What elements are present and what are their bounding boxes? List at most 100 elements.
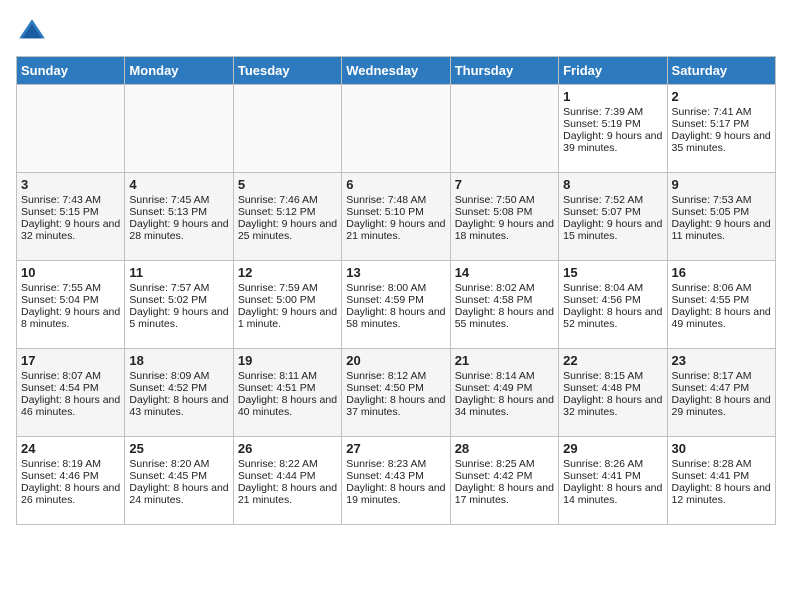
day-info: Sunrise: 7:55 AM Sunset: 5:04 PM Dayligh… <box>21 282 120 330</box>
calendar-table: SundayMondayTuesdayWednesdayThursdayFrid… <box>16 56 776 525</box>
page-header <box>16 16 776 48</box>
day-number: 26 <box>238 441 337 456</box>
calendar-cell <box>17 85 125 173</box>
day-number: 21 <box>455 353 554 368</box>
day-info: Sunrise: 7:39 AM Sunset: 5:19 PM Dayligh… <box>563 106 662 154</box>
day-info: Sunrise: 8:26 AM Sunset: 4:41 PM Dayligh… <box>563 458 662 506</box>
calendar-cell: 8 Sunrise: 7:52 AM Sunset: 5:07 PM Daylig… <box>559 173 667 261</box>
day-info: Sunrise: 8:12 AM Sunset: 4:50 PM Dayligh… <box>346 370 445 418</box>
day-info: Sunrise: 8:06 AM Sunset: 4:55 PM Dayligh… <box>672 282 771 330</box>
calendar-cell <box>450 85 558 173</box>
day-info: Sunrise: 7:57 AM Sunset: 5:02 PM Dayligh… <box>129 282 228 330</box>
col-header-tuesday: Tuesday <box>233 57 341 85</box>
day-number: 25 <box>129 441 228 456</box>
calendar-cell: 27Sunrise: 8:23 AM Sunset: 4:43 PM Dayli… <box>342 437 450 525</box>
day-info: Sunrise: 7:43 AM Sunset: 5:15 PM Dayligh… <box>21 194 120 242</box>
day-number: 13 <box>346 265 445 280</box>
day-info: Sunrise: 8:17 AM Sunset: 4:47 PM Dayligh… <box>672 370 771 418</box>
calendar-cell: 7 Sunrise: 7:50 AM Sunset: 5:08 PM Daylig… <box>450 173 558 261</box>
day-number: 8 <box>563 177 662 192</box>
calendar-header-row: SundayMondayTuesdayWednesdayThursdayFrid… <box>17 57 776 85</box>
day-number: 19 <box>238 353 337 368</box>
day-number: 5 <box>238 177 337 192</box>
day-info: Sunrise: 7:46 AM Sunset: 5:12 PM Dayligh… <box>238 194 337 242</box>
calendar-cell: 4 Sunrise: 7:45 AM Sunset: 5:13 PM Daylig… <box>125 173 233 261</box>
calendar-cell: 16 Sunrise: 8:06 AM Sunset: 4:55 PM Dayli… <box>667 261 775 349</box>
day-number: 24 <box>21 441 120 456</box>
calendar-cell: 24 Sunrise: 8:19 AM Sunset: 4:46 PM Dayli… <box>17 437 125 525</box>
day-info: Sunrise: 7:59 AM Sunset: 5:00 PM Dayligh… <box>238 282 337 330</box>
day-info: Sunrise: 8:25 AM Sunset: 4:42 PM Dayligh… <box>455 458 554 506</box>
day-number: 14 <box>455 265 554 280</box>
day-number: 7 <box>455 177 554 192</box>
day-info: Sunrise: 8:22 AM Sunset: 4:44 PM Dayligh… <box>238 458 337 506</box>
calendar-cell: 22 Sunrise: 8:15 AM Sunset: 4:48 PM Dayli… <box>559 349 667 437</box>
calendar-cell: 28 Sunrise: 8:25 AM Sunset: 4:42 PM Dayli… <box>450 437 558 525</box>
day-number: 2 <box>672 89 771 104</box>
day-info: Sunrise: 8:02 AM Sunset: 4:58 PM Dayligh… <box>455 282 554 330</box>
calendar-cell: 20 Sunrise: 8:12 AM Sunset: 4:50 PM Dayli… <box>342 349 450 437</box>
day-info: Sunrise: 8:04 AM Sunset: 4:56 PM Dayligh… <box>563 282 662 330</box>
calendar-cell <box>125 85 233 173</box>
calendar-cell <box>342 85 450 173</box>
day-number: 20 <box>346 353 445 368</box>
day-info: Sunrise: 7:41 AM Sunset: 5:17 PM Dayligh… <box>672 106 771 154</box>
calendar-cell: 5 Sunrise: 7:46 AM Sunset: 5:12 PM Daylig… <box>233 173 341 261</box>
col-header-monday: Monday <box>125 57 233 85</box>
day-info: Sunrise: 7:50 AM Sunset: 5:08 PM Dayligh… <box>455 194 554 242</box>
col-header-friday: Friday <box>559 57 667 85</box>
calendar-cell: 6Sunrise: 7:48 AM Sunset: 5:10 PM Daylig… <box>342 173 450 261</box>
calendar-cell <box>233 85 341 173</box>
week-row-3: 10 Sunrise: 7:55 AM Sunset: 5:04 PM Dayli… <box>17 261 776 349</box>
day-info: Sunrise: 8:00 AM Sunset: 4:59 PM Dayligh… <box>346 282 445 330</box>
day-info: Sunrise: 7:52 AM Sunset: 5:07 PM Dayligh… <box>563 194 662 242</box>
calendar-cell: 12 Sunrise: 7:59 AM Sunset: 5:00 PM Dayli… <box>233 261 341 349</box>
calendar-cell: 10 Sunrise: 7:55 AM Sunset: 5:04 PM Dayli… <box>17 261 125 349</box>
day-number: 29 <box>563 441 662 456</box>
week-row-2: 3 Sunrise: 7:43 AM Sunset: 5:15 PM Daylig… <box>17 173 776 261</box>
day-number: 17 <box>21 353 120 368</box>
calendar-cell: 18Sunrise: 8:09 AM Sunset: 4:52 PM Dayli… <box>125 349 233 437</box>
week-row-5: 24 Sunrise: 8:19 AM Sunset: 4:46 PM Dayli… <box>17 437 776 525</box>
day-number: 22 <box>563 353 662 368</box>
calendar-cell: 21 Sunrise: 8:14 AM Sunset: 4:49 PM Dayli… <box>450 349 558 437</box>
calendar-cell: 15 Sunrise: 8:04 AM Sunset: 4:56 PM Dayli… <box>559 261 667 349</box>
week-row-4: 17Sunrise: 8:07 AM Sunset: 4:54 PM Dayli… <box>17 349 776 437</box>
day-number: 15 <box>563 265 662 280</box>
calendar-cell: 29 Sunrise: 8:26 AM Sunset: 4:41 PM Dayli… <box>559 437 667 525</box>
day-number: 28 <box>455 441 554 456</box>
day-number: 12 <box>238 265 337 280</box>
logo-icon <box>16 16 48 48</box>
day-info: Sunrise: 8:15 AM Sunset: 4:48 PM Dayligh… <box>563 370 662 418</box>
day-number: 3 <box>21 177 120 192</box>
day-number: 10 <box>21 265 120 280</box>
day-number: 18 <box>129 353 228 368</box>
logo <box>16 16 52 48</box>
day-number: 9 <box>672 177 771 192</box>
calendar-cell: 30 Sunrise: 8:28 AM Sunset: 4:41 PM Dayli… <box>667 437 775 525</box>
calendar-cell: 3 Sunrise: 7:43 AM Sunset: 5:15 PM Daylig… <box>17 173 125 261</box>
col-header-sunday: Sunday <box>17 57 125 85</box>
col-header-thursday: Thursday <box>450 57 558 85</box>
day-number: 4 <box>129 177 228 192</box>
day-info: Sunrise: 8:23 AM Sunset: 4:43 PM Dayligh… <box>346 458 445 506</box>
day-info: Sunrise: 8:19 AM Sunset: 4:46 PM Dayligh… <box>21 458 120 506</box>
day-number: 1 <box>563 89 662 104</box>
day-number: 30 <box>672 441 771 456</box>
calendar-cell: 14 Sunrise: 8:02 AM Sunset: 4:58 PM Dayli… <box>450 261 558 349</box>
calendar-cell: 9 Sunrise: 7:53 AM Sunset: 5:05 PM Daylig… <box>667 173 775 261</box>
calendar-cell: 25Sunrise: 8:20 AM Sunset: 4:45 PM Dayli… <box>125 437 233 525</box>
day-info: Sunrise: 7:48 AM Sunset: 5:10 PM Dayligh… <box>346 194 445 242</box>
week-row-1: 1 Sunrise: 7:39 AM Sunset: 5:19 PM Daylig… <box>17 85 776 173</box>
day-info: Sunrise: 7:45 AM Sunset: 5:13 PM Dayligh… <box>129 194 228 242</box>
day-info: Sunrise: 8:14 AM Sunset: 4:49 PM Dayligh… <box>455 370 554 418</box>
day-info: Sunrise: 8:28 AM Sunset: 4:41 PM Dayligh… <box>672 458 771 506</box>
calendar-cell: 17Sunrise: 8:07 AM Sunset: 4:54 PM Dayli… <box>17 349 125 437</box>
calendar-cell: 23 Sunrise: 8:17 AM Sunset: 4:47 PM Dayli… <box>667 349 775 437</box>
calendar-cell: 11 Sunrise: 7:57 AM Sunset: 5:02 PM Dayli… <box>125 261 233 349</box>
day-info: Sunrise: 8:11 AM Sunset: 4:51 PM Dayligh… <box>238 370 337 418</box>
day-info: Sunrise: 7:53 AM Sunset: 5:05 PM Dayligh… <box>672 194 771 242</box>
day-number: 23 <box>672 353 771 368</box>
day-number: 16 <box>672 265 771 280</box>
day-number: 11 <box>129 265 228 280</box>
